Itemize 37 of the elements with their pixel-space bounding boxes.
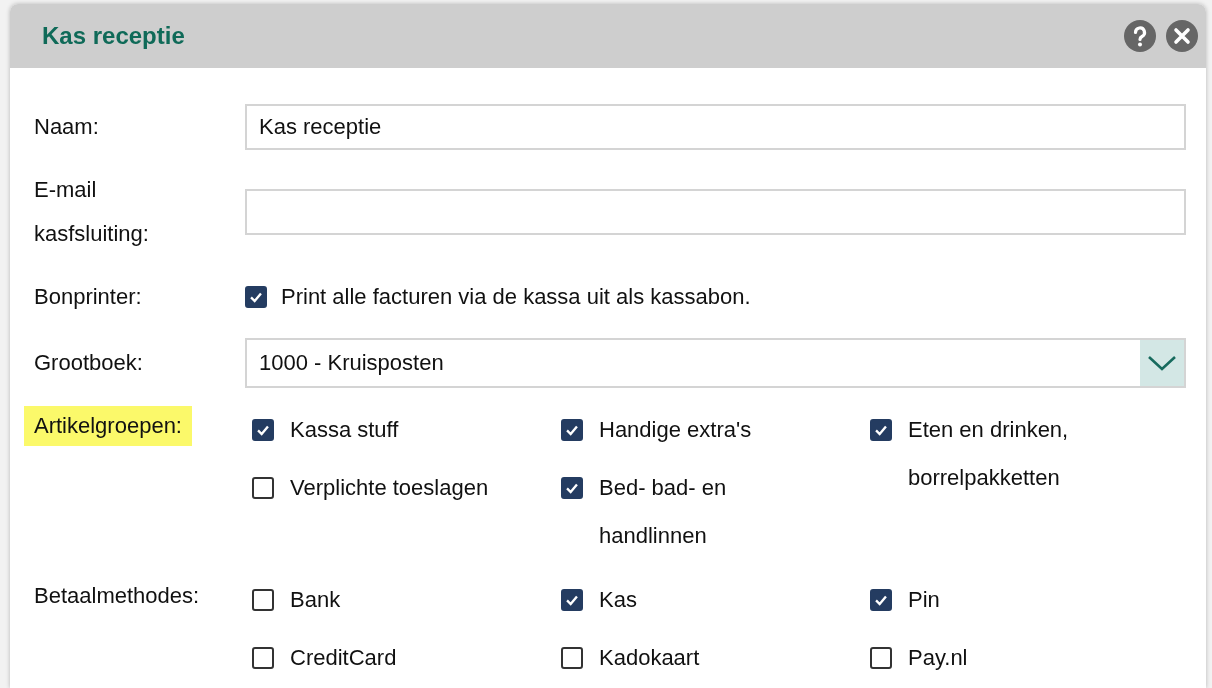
checkbox-label: Kassa stuff [290, 416, 399, 444]
checkbox-label: Kas [599, 586, 637, 614]
checkbox[interactable] [252, 477, 274, 499]
checkbox[interactable] [252, 647, 274, 669]
checkbox[interactable] [252, 419, 274, 441]
field-label: Artikelgroepen: [24, 406, 192, 446]
checkbox-label: Eten en drinken, borrelpakketten [908, 416, 1070, 492]
field-label: Betaalmethodes: [33, 582, 201, 610]
field-label: Naam: [34, 113, 100, 141]
checkbox[interactable] [561, 419, 583, 441]
checkbox[interactable] [870, 589, 892, 611]
checkbox[interactable] [245, 286, 267, 308]
checkbox[interactable] [870, 419, 892, 441]
dropdown[interactable]: 1000 - Kruisposten [245, 338, 1186, 388]
checkbox-label: Kadokaart [599, 644, 700, 672]
checkbox-label: Handige extra's [599, 416, 752, 444]
field-label: E-mail kasfsluiting: [34, 176, 150, 248]
checkbox-label: Verplichte toeslagen [290, 474, 489, 502]
close-icon[interactable] [1166, 20, 1198, 52]
text-field[interactable] [245, 189, 1186, 235]
chevron-down-icon [1147, 355, 1177, 371]
checkbox-label: Pay.nl [908, 644, 968, 672]
checkbox[interactable] [561, 589, 583, 611]
checkbox[interactable] [561, 647, 583, 669]
checkbox-label: CreditCard [290, 644, 397, 672]
field-label: Grootboek: [34, 349, 144, 377]
help-icon[interactable] [1124, 20, 1156, 52]
checkbox[interactable] [252, 589, 274, 611]
checkbox-label: Pin [908, 586, 940, 614]
field-label: Bonprinter: [34, 283, 143, 311]
window-title: Kas receptie [42, 22, 185, 50]
checkbox-label: Print alle facturen via de kassa uit als kassabon. [281, 284, 751, 310]
checkbox-label: Bed- bad- en handlinnen [599, 474, 728, 550]
checkbox[interactable] [870, 647, 892, 669]
checkbox-label: Bank [290, 586, 341, 614]
text-field[interactable]: Kas receptie [245, 104, 1186, 150]
checkbox[interactable] [561, 477, 583, 499]
